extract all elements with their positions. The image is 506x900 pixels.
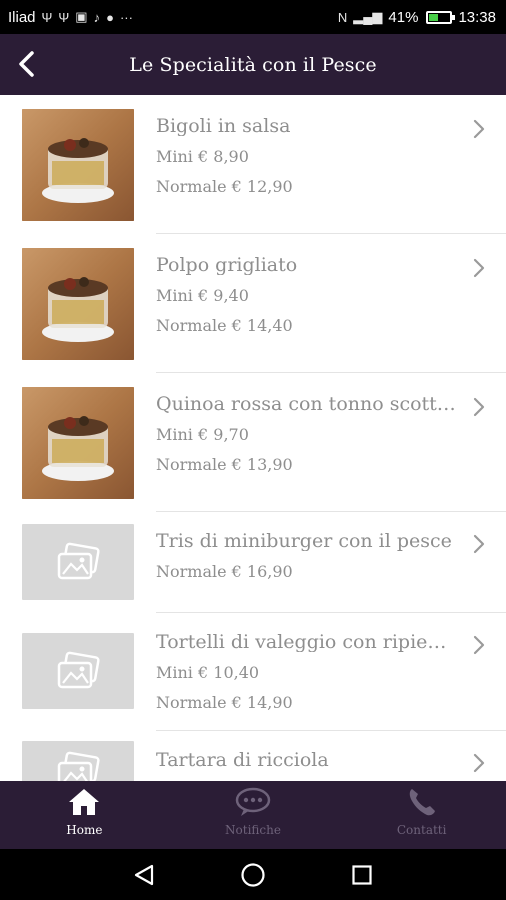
music-icon: ♪ bbox=[93, 9, 101, 25]
item-text-block: Bigoli in salsa Mini € 8,90 Normale € 12,9… bbox=[156, 117, 456, 234]
system-home-button[interactable] bbox=[237, 859, 269, 891]
chevron-right-icon bbox=[472, 119, 486, 139]
nav-item-contatti[interactable]: Contatti bbox=[337, 781, 506, 849]
chat-bubble-icon bbox=[235, 787, 271, 816]
dish-photo bbox=[22, 387, 134, 499]
usb-icon-2: Ψ bbox=[58, 9, 70, 25]
page-title: Le Specialità con il Pesce bbox=[129, 53, 377, 76]
list-item[interactable]: Tartara di ricciola bbox=[0, 731, 506, 781]
dish-price: Normale € 13,90 bbox=[156, 455, 293, 474]
dish-price: Mini € 9,40 bbox=[156, 286, 249, 305]
battery-fill bbox=[429, 13, 439, 21]
chevron-right-icon bbox=[472, 753, 486, 773]
system-recents-button[interactable] bbox=[346, 859, 378, 891]
chevron-left-icon bbox=[19, 51, 34, 77]
image-placeholder-icon bbox=[57, 542, 100, 580]
bottom-navigation: Home Notifiche Contatti bbox=[0, 781, 506, 849]
chevron-right-icon bbox=[472, 534, 486, 554]
battery-percent: 41% bbox=[388, 8, 419, 26]
nav-label-contatti: Contatti bbox=[396, 823, 447, 837]
clock: 13:38 bbox=[458, 8, 496, 26]
nfc-icon: N bbox=[337, 9, 348, 25]
back-button[interactable] bbox=[8, 46, 44, 82]
square-recents-icon bbox=[352, 864, 372, 885]
dish-photo bbox=[22, 248, 134, 360]
circle-home-icon bbox=[241, 862, 265, 887]
dish-name: Bigoli in salsa bbox=[156, 117, 291, 136]
dish-price: Normale € 14,40 bbox=[156, 316, 293, 335]
image-placeholder-icon bbox=[57, 751, 100, 781]
dish-price: Normale € 12,90 bbox=[156, 177, 293, 196]
image-placeholder bbox=[22, 633, 134, 709]
chat-notification-icon: ● bbox=[106, 9, 114, 25]
dish-name: Quinoa rossa con tonno scott… bbox=[156, 395, 456, 414]
item-text-block: Tartara di ricciola bbox=[156, 751, 456, 781]
system-back-button[interactable] bbox=[128, 859, 160, 891]
nav-label-home: Home bbox=[66, 823, 103, 837]
dish-name: Tartara di ricciola bbox=[156, 751, 329, 770]
list-item[interactable]: Tortelli di valeggio con ripien… Mini € 1… bbox=[0, 613, 506, 731]
nav-label-notifiche: Notifiche bbox=[225, 823, 281, 837]
dish-price: Mini € 8,90 bbox=[156, 147, 249, 166]
phone-icon bbox=[409, 789, 435, 816]
dish-name: Polpo grigliato bbox=[156, 256, 298, 275]
dish-jar-image bbox=[22, 387, 134, 499]
item-text-block: Polpo grigliato Mini € 9,40 Normale € 14,4… bbox=[156, 256, 456, 373]
dish-price: Normale € 14,90 bbox=[156, 693, 293, 712]
status-right: N ▂▄▆ 41% 13:38 bbox=[338, 9, 496, 26]
list-item[interactable]: Quinoa rossa con tonno scott… Mini € 9,70… bbox=[0, 373, 506, 512]
usb-icon: Ψ bbox=[41, 9, 53, 25]
home-icon bbox=[69, 789, 100, 815]
triangle-back-icon bbox=[135, 864, 154, 885]
image-notification-icon: ▣ bbox=[75, 9, 88, 24]
dish-name: Tortelli di valeggio con ripien… bbox=[156, 633, 456, 652]
dish-price: Mini € 9,70 bbox=[156, 425, 249, 444]
dish-photo bbox=[22, 109, 134, 221]
list-item[interactable]: Bigoli in salsa Mini € 8,90 Normale € 12,9… bbox=[0, 95, 506, 234]
status-bar: Iliad Ψ Ψ ▣ ♪ ● ··· N ▂▄▆ 41% 13:38 bbox=[0, 0, 506, 34]
list-item[interactable]: Tris di miniburger con il pesce Normale €… bbox=[0, 512, 506, 613]
chevron-right-icon bbox=[472, 258, 486, 278]
chevron-right-icon bbox=[472, 635, 486, 655]
nav-item-notifiche[interactable]: Notifiche bbox=[169, 781, 338, 849]
carrier-label: Iliad bbox=[8, 8, 36, 26]
chevron-right-icon bbox=[472, 397, 486, 417]
nav-item-home[interactable]: Home bbox=[0, 781, 169, 849]
item-text-block: Quinoa rossa con tonno scott… Mini € 9,70… bbox=[156, 395, 456, 512]
list-item[interactable]: Polpo grigliato Mini € 9,40 Normale € 14,4… bbox=[0, 234, 506, 373]
image-placeholder bbox=[22, 741, 134, 781]
dish-price: Normale € 16,90 bbox=[156, 562, 293, 581]
dish-price: Mini € 10,40 bbox=[156, 663, 260, 682]
dish-name: Tris di miniburger con il pesce bbox=[156, 532, 452, 551]
more-notifications-icon: ··· bbox=[119, 9, 133, 25]
battery-icon bbox=[426, 10, 456, 24]
image-placeholder bbox=[22, 524, 134, 600]
dish-list: Bigoli in salsa Mini € 8,90 Normale € 12,9… bbox=[0, 95, 506, 781]
status-left: Iliad Ψ Ψ ▣ ♪ ● ··· bbox=[8, 9, 133, 26]
app-bar: Le Specialità con il Pesce bbox=[0, 34, 506, 95]
dish-jar-image bbox=[22, 109, 134, 221]
item-text-block: Tris di miniburger con il pesce Normale €… bbox=[156, 532, 456, 613]
item-text-block: Tortelli di valeggio con ripien… Mini € 1… bbox=[156, 633, 456, 731]
dish-jar-image bbox=[22, 248, 134, 360]
image-placeholder-icon bbox=[57, 651, 100, 689]
system-navigation-bar bbox=[0, 849, 506, 900]
signal-icon: ▂▄▆ bbox=[353, 9, 383, 24]
